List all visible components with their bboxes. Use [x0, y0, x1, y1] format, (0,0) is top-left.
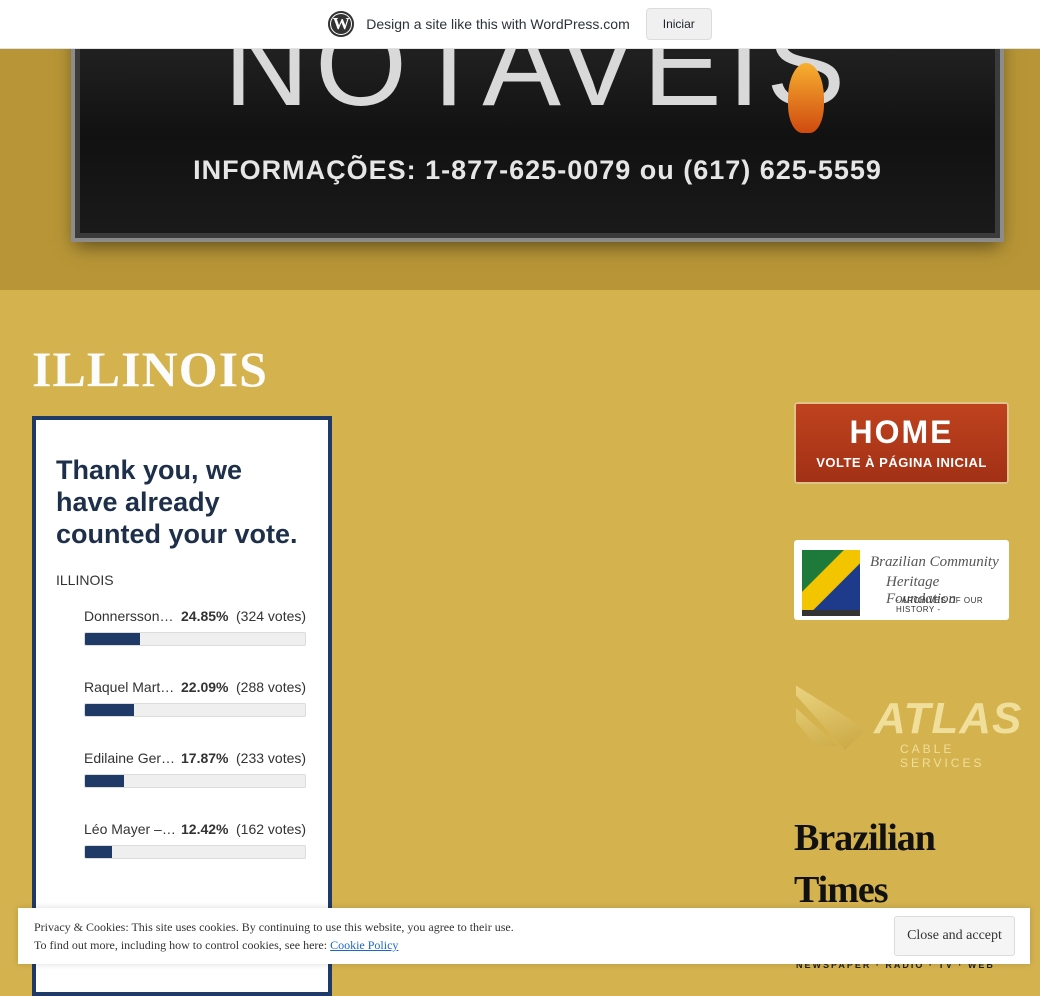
cookie-line1: Privacy & Cookies: This site uses cookie…	[34, 920, 514, 934]
poll-option-percent: 12.42%	[181, 821, 229, 837]
atlas-cable-banner-link[interactable]: ATLAS CABLE SERVICES	[794, 676, 1021, 770]
poll-progress-bar	[84, 845, 306, 859]
home-subtitle: VOLTE À PÁGINA INICIAL	[816, 455, 987, 470]
page-title: ILLINOIS	[32, 341, 268, 397]
poll-option-name: Edilaine Ger…	[84, 750, 176, 766]
cookie-text: Privacy & Cookies: This site uses cookie…	[34, 918, 514, 954]
open-book-flag-icon	[802, 550, 860, 616]
poll-progress-bar	[84, 774, 306, 788]
poll-option-percent: 17.87%	[181, 750, 229, 766]
poll-result-item: Raquel Mart… 22.09% (288 votes)	[84, 679, 308, 750]
atlas-word: ATLAS	[874, 694, 1023, 743]
bchf-line3: - ARCHIVES OF OUR HISTORY -	[896, 596, 984, 614]
poll-progress-fill	[85, 846, 113, 858]
brazilian-times-banner-link[interactable]: Brazilian Times	[794, 812, 1009, 911]
atlas-sub: CABLE SERVICES	[900, 742, 985, 770]
home-title: HOME	[849, 414, 954, 450]
poll-option-votes: (288 votes)	[236, 679, 307, 695]
cookie-line2: To find out more, including how to contr…	[34, 938, 328, 952]
poll-option-name: Donnersson…	[84, 608, 174, 624]
cookie-line2-wrapper: To find out more, including how to contr…	[34, 936, 514, 954]
poll-question: ILLINOIS	[56, 572, 114, 588]
poll-result-item: Edilaine Ger… 17.87% (233 votes)	[84, 750, 308, 821]
cookie-banner: Privacy & Cookies: This site uses cookie…	[18, 908, 1030, 964]
poll-progress-bar	[84, 632, 306, 646]
poll-progress-fill	[85, 775, 125, 787]
bchf-line1: Brazilian Community	[870, 554, 999, 570]
poll-option-votes: (162 votes)	[236, 821, 307, 837]
poll-option-name: Raquel Mart…	[84, 679, 175, 695]
poll-progress-bar	[84, 703, 306, 717]
wordpress-logo-icon: W	[328, 11, 355, 37]
promo-message: Design a site like this with WordPress.c…	[366, 16, 630, 32]
poll-option-votes: (233 votes)	[236, 750, 307, 766]
heritage-foundation-banner-link[interactable]: Brazilian Community Heritage Foundation …	[794, 540, 1009, 620]
home-banner-link[interactable]: HOME VOLTE À PÁGINA INICIAL	[794, 402, 1009, 484]
close-and-accept-button[interactable]: Close and accept	[894, 916, 1015, 956]
cookie-policy-link[interactable]: Cookie Policy	[330, 938, 398, 952]
poll-card: Thank you, we have already counted your …	[36, 420, 328, 992]
start-button[interactable]: Iniciar	[645, 8, 712, 40]
poll-result-item: Donnersson… 24.85% (324 votes)	[84, 608, 308, 679]
poll-option-percent: 24.85%	[181, 608, 229, 624]
poll-results: Donnersson… 24.85% (324 votes) Raquel Ma…	[56, 608, 308, 892]
poll-option-votes: (324 votes)	[236, 608, 307, 624]
wordpress-promo-bar: W Design a site like this with WordPress…	[0, 0, 1040, 49]
poll-option-percent: 22.09%	[181, 679, 229, 695]
atlas-logo-icon	[796, 685, 866, 750]
poll-thank-you-heading: Thank you, we have already counted your …	[56, 455, 298, 549]
poll-progress-fill	[85, 704, 134, 716]
flame-icon	[788, 63, 824, 133]
sign-info-text: INFORMAÇÕES: 1-877-625-0079 ou (617) 625…	[193, 155, 882, 185]
poll-option-name: Léo Mayer –…	[84, 821, 176, 837]
poll-progress-fill	[85, 633, 140, 645]
poll-result-item: Léo Mayer –… 12.42% (162 votes)	[84, 821, 308, 892]
